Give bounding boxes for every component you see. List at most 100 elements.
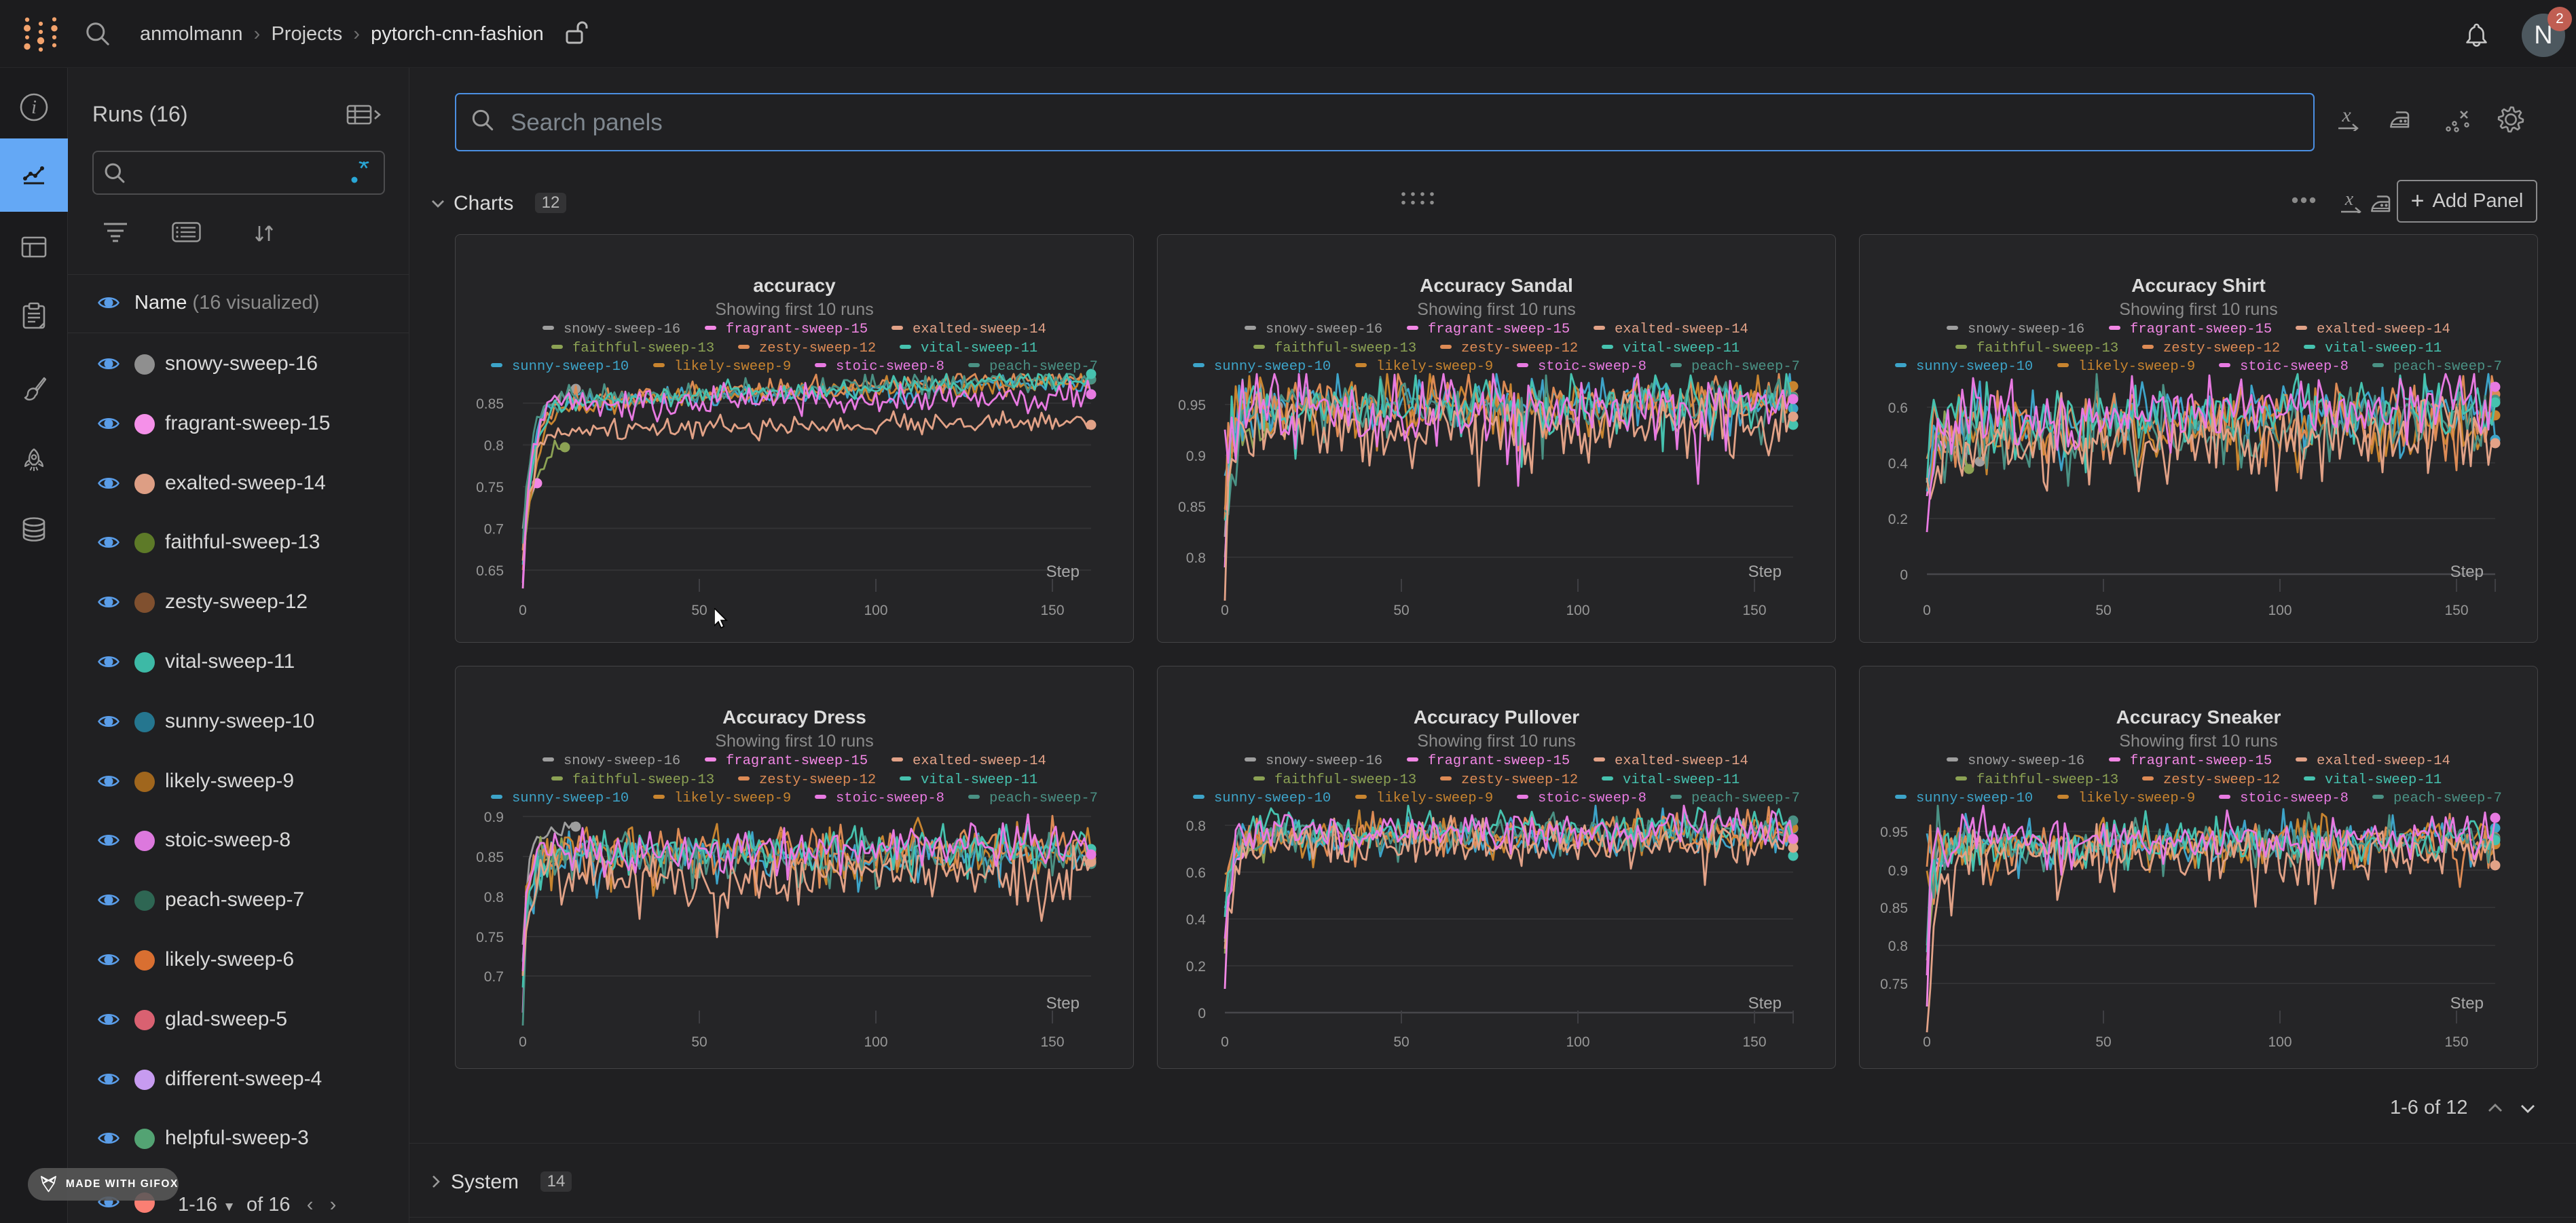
svg-text:*: * bbox=[355, 162, 372, 183]
svg-text:faithful-sweep-13: faithful-sweep-13 bbox=[572, 772, 714, 788]
svg-text:snowy-sweep-16: snowy-sweep-16 bbox=[1968, 753, 2084, 769]
svg-text:vital-sweep-11: vital-sweep-11 bbox=[921, 341, 1037, 356]
svg-text:Step: Step bbox=[2450, 994, 2484, 1013]
svg-text:Showing first 10 runs: Showing first 10 runs bbox=[1417, 732, 1575, 751]
svg-text:0.4: 0.4 bbox=[1186, 912, 1207, 928]
svg-text:0.7: 0.7 bbox=[484, 522, 504, 538]
svg-text:accuracy: accuracy bbox=[753, 275, 836, 296]
svg-text:Accuracy Sandal: Accuracy Sandal bbox=[1420, 275, 1573, 296]
svg-text:exalted-sweep-14: exalted-sweep-14 bbox=[2317, 753, 2450, 769]
svg-text:100: 100 bbox=[2268, 603, 2292, 618]
svg-text:Accuracy Dress: Accuracy Dress bbox=[722, 707, 866, 728]
svg-text:fragrant-sweep-15: fragrant-sweep-15 bbox=[2130, 322, 2272, 337]
svg-text:stoic-sweep-8: stoic-sweep-8 bbox=[1538, 359, 1646, 375]
svg-text:0.8: 0.8 bbox=[484, 890, 504, 905]
svg-text:exalted-sweep-14: exalted-sweep-14 bbox=[2317, 322, 2450, 337]
svg-text:likely-sweep-9: likely-sweep-9 bbox=[2078, 791, 2195, 806]
svg-text:Step: Step bbox=[2450, 563, 2484, 581]
svg-text:50: 50 bbox=[1393, 603, 1409, 618]
svg-text:fragrant-sweep-15: fragrant-sweep-15 bbox=[1428, 322, 1570, 337]
svg-text:150: 150 bbox=[1040, 603, 1064, 618]
svg-text:0.7: 0.7 bbox=[484, 969, 504, 985]
svg-text:100: 100 bbox=[864, 603, 887, 618]
svg-text:exalted-sweep-14: exalted-sweep-14 bbox=[1615, 322, 1748, 337]
svg-text:fragrant-sweep-15: fragrant-sweep-15 bbox=[726, 322, 868, 337]
svg-text:0.8: 0.8 bbox=[1888, 939, 1908, 954]
svg-text:zesty-sweep-12: zesty-sweep-12 bbox=[1461, 341, 1578, 356]
svg-text:fragrant-sweep-15: fragrant-sweep-15 bbox=[726, 753, 868, 769]
svg-text:sunny-sweep-10: sunny-sweep-10 bbox=[1214, 359, 1331, 375]
svg-text:150: 150 bbox=[1040, 1034, 1064, 1050]
svg-text:stoic-sweep-8: stoic-sweep-8 bbox=[2240, 359, 2349, 375]
svg-text:0: 0 bbox=[1198, 1006, 1206, 1021]
svg-text:100: 100 bbox=[1566, 603, 1589, 618]
svg-text:50: 50 bbox=[2095, 1034, 2111, 1050]
svg-text:zesty-sweep-12: zesty-sweep-12 bbox=[1461, 772, 1578, 788]
svg-text:vital-sweep-11: vital-sweep-11 bbox=[1623, 772, 1740, 788]
svg-text:vital-sweep-11: vital-sweep-11 bbox=[2325, 772, 2442, 788]
svg-text:0.75: 0.75 bbox=[1880, 977, 1908, 992]
svg-text:Showing first 10 runs: Showing first 10 runs bbox=[2119, 300, 2277, 319]
svg-text:0: 0 bbox=[519, 603, 527, 618]
svg-text:0: 0 bbox=[519, 1034, 527, 1050]
svg-text:Showing first 10 runs: Showing first 10 runs bbox=[715, 300, 873, 319]
svg-text:0.65: 0.65 bbox=[476, 563, 504, 579]
svg-text:Showing first 10 runs: Showing first 10 runs bbox=[1417, 300, 1575, 319]
svg-text:zesty-sweep-12: zesty-sweep-12 bbox=[2163, 341, 2280, 356]
svg-text:0: 0 bbox=[1221, 603, 1229, 618]
svg-text:0: 0 bbox=[1923, 603, 1931, 618]
svg-text:likely-sweep-9: likely-sweep-9 bbox=[674, 791, 791, 806]
svg-text:faithful-sweep-13: faithful-sweep-13 bbox=[1274, 772, 1416, 788]
svg-text:150: 150 bbox=[2444, 1034, 2468, 1050]
svg-text:100: 100 bbox=[2268, 1034, 2292, 1050]
svg-text:sunny-sweep-10: sunny-sweep-10 bbox=[512, 359, 629, 375]
svg-text:peach-sweep-7: peach-sweep-7 bbox=[1691, 791, 1800, 806]
svg-text:0.85: 0.85 bbox=[1178, 500, 1206, 515]
svg-text:0.75: 0.75 bbox=[476, 480, 504, 495]
svg-text:snowy-sweep-16: snowy-sweep-16 bbox=[564, 753, 680, 769]
svg-text:0.9: 0.9 bbox=[484, 810, 504, 825]
svg-text:likely-sweep-9: likely-sweep-9 bbox=[2078, 359, 2195, 375]
svg-text:50: 50 bbox=[2095, 603, 2111, 618]
svg-text:100: 100 bbox=[864, 1034, 887, 1050]
svg-text:snowy-sweep-16: snowy-sweep-16 bbox=[1266, 753, 1382, 769]
svg-text:exalted-sweep-14: exalted-sweep-14 bbox=[1615, 753, 1748, 769]
svg-text:exalted-sweep-14: exalted-sweep-14 bbox=[913, 753, 1046, 769]
svg-text:0: 0 bbox=[1923, 1034, 1931, 1050]
svg-text:0.8: 0.8 bbox=[1186, 819, 1206, 834]
svg-text:0.2: 0.2 bbox=[1888, 512, 1908, 527]
svg-text:stoic-sweep-8: stoic-sweep-8 bbox=[836, 359, 944, 375]
svg-text:Step: Step bbox=[1748, 994, 1782, 1013]
svg-text:Accuracy Sneaker: Accuracy Sneaker bbox=[2116, 707, 2281, 728]
svg-text:0.85: 0.85 bbox=[476, 850, 504, 865]
svg-text:peach-sweep-7: peach-sweep-7 bbox=[2393, 791, 2502, 806]
svg-text:x: x bbox=[2341, 107, 2351, 126]
svg-text:Step: Step bbox=[1046, 563, 1080, 581]
svg-text:0.6: 0.6 bbox=[1186, 865, 1206, 881]
svg-text:50: 50 bbox=[1393, 1034, 1409, 1050]
svg-text:150: 150 bbox=[1742, 1034, 1766, 1050]
svg-text:fragrant-sweep-15: fragrant-sweep-15 bbox=[2130, 753, 2272, 769]
svg-text:0.9: 0.9 bbox=[1888, 863, 1908, 879]
svg-text:Accuracy Shirt: Accuracy Shirt bbox=[2131, 275, 2266, 296]
svg-text:sunny-sweep-10: sunny-sweep-10 bbox=[1916, 791, 2033, 806]
svg-text:50: 50 bbox=[691, 1034, 707, 1050]
svg-text:0.4: 0.4 bbox=[1888, 456, 1909, 472]
svg-text:stoic-sweep-8: stoic-sweep-8 bbox=[836, 791, 944, 806]
svg-text:0.95: 0.95 bbox=[1880, 825, 1908, 840]
svg-text:zesty-sweep-12: zesty-sweep-12 bbox=[759, 341, 876, 356]
svg-text:faithful-sweep-13: faithful-sweep-13 bbox=[1976, 341, 2118, 356]
svg-text:fragrant-sweep-15: fragrant-sweep-15 bbox=[1428, 753, 1570, 769]
svg-text:0: 0 bbox=[1221, 1034, 1229, 1050]
svg-text:faithful-sweep-13: faithful-sweep-13 bbox=[572, 341, 714, 356]
svg-text:Accuracy Pullover: Accuracy Pullover bbox=[1414, 707, 1579, 728]
svg-text:50: 50 bbox=[691, 603, 707, 618]
svg-text:exalted-sweep-14: exalted-sweep-14 bbox=[913, 322, 1046, 337]
svg-text:Showing first 10 runs: Showing first 10 runs bbox=[715, 732, 873, 751]
svg-text:150: 150 bbox=[1742, 603, 1766, 618]
svg-text:peach-sweep-7: peach-sweep-7 bbox=[2393, 359, 2502, 375]
svg-text:x: x bbox=[2344, 190, 2354, 210]
svg-text:faithful-sweep-13: faithful-sweep-13 bbox=[1274, 341, 1416, 356]
svg-text:stoic-sweep-8: stoic-sweep-8 bbox=[2240, 791, 2349, 806]
svg-text:sunny-sweep-10: sunny-sweep-10 bbox=[1214, 791, 1331, 806]
